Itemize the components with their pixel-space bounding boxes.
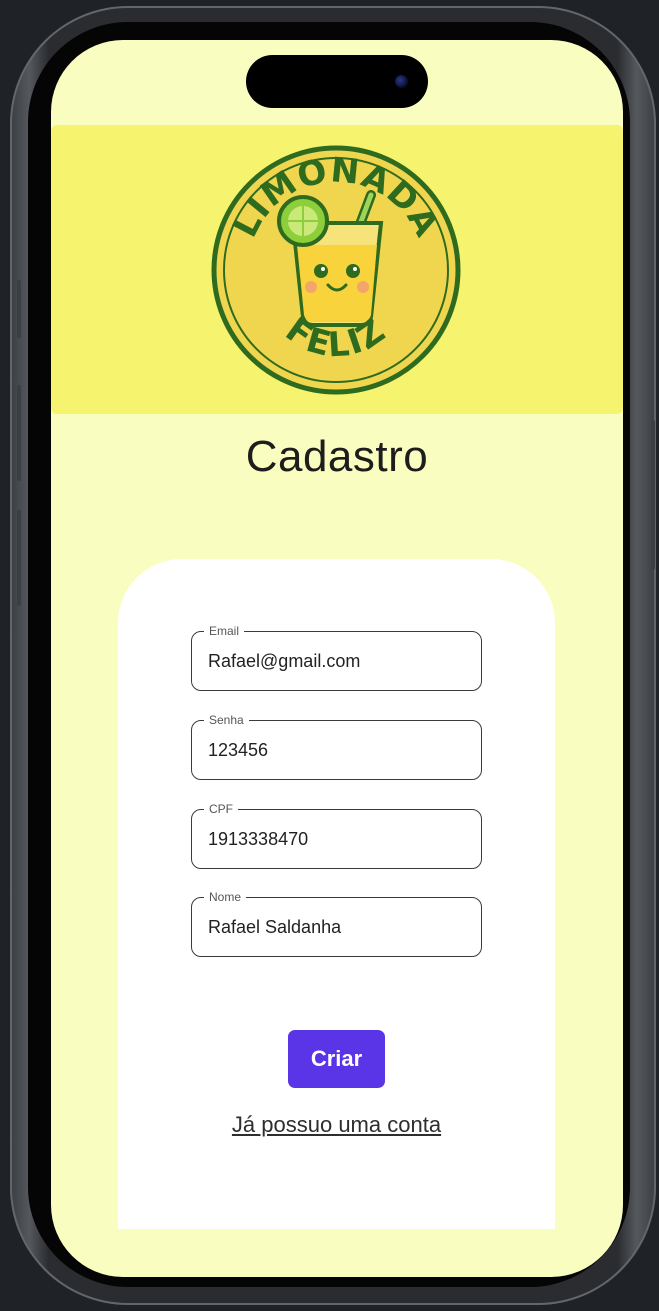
- signup-form-card: Email Rafael@gmail.com Senha 123456 CPF …: [118, 559, 555, 1229]
- dynamic-island: [246, 55, 428, 108]
- cpf-field[interactable]: CPF 1913338470: [191, 801, 482, 869]
- email-field[interactable]: Email Rafael@gmail.com: [191, 623, 482, 691]
- header-banner: LIMONADA FELIZ: [51, 125, 623, 414]
- already-have-account-link[interactable]: Já possuo uma conta: [118, 1112, 555, 1138]
- page-title: Cadastro: [245, 432, 429, 481]
- side-button-power: [651, 420, 655, 570]
- side-button-volume-up: [17, 385, 21, 481]
- create-button[interactable]: Criar: [288, 1030, 385, 1088]
- email-field-label: Email: [204, 623, 245, 639]
- cpf-field-value: 1913338470: [208, 829, 309, 849]
- app-screen: LIMONADA FELIZ Cadastro Email Rafael@gma…: [51, 40, 623, 1277]
- cpf-field-label: CPF: [204, 801, 238, 817]
- name-field-label: Nome: [204, 889, 247, 905]
- email-field-value: Rafael@gmail.com: [208, 651, 361, 671]
- password-field[interactable]: Senha 123456: [191, 712, 482, 780]
- limonada-feliz-logo: LIMONADA FELIZ: [211, 145, 461, 395]
- password-field-value: 123456: [208, 740, 269, 760]
- side-button-mute: [17, 280, 21, 338]
- name-field-value: Rafael Saldanha: [208, 917, 342, 937]
- side-button-volume-down: [17, 510, 21, 606]
- front-camera-icon: [395, 75, 408, 88]
- name-field[interactable]: Nome Rafael Saldanha: [191, 889, 482, 957]
- password-field-label: Senha: [204, 712, 249, 728]
